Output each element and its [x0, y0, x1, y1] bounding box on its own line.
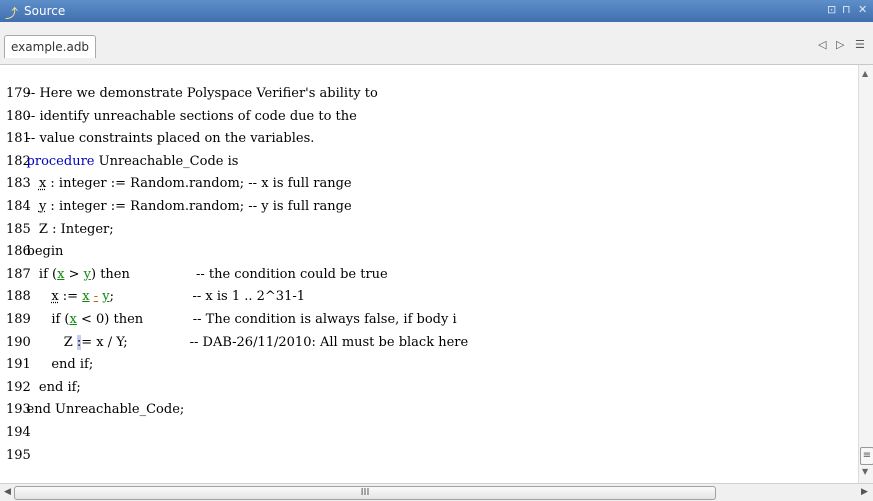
- code-line: 187 if (x > y) then -- the condition cou…: [0, 263, 858, 285]
- code-line: 183 x : integer := Random.random; -- x i…: [0, 172, 858, 194]
- code-line: 194: [0, 421, 858, 443]
- title-bar: ⤴ Source ⊡ ⊓ ✕: [0, 0, 873, 22]
- next-tab-icon[interactable]: ▷: [836, 38, 844, 51]
- variable-token[interactable]: x: [70, 312, 77, 327]
- code-text: x := x - y; -- x is 1 .. 2^31-1: [10, 289, 305, 304]
- code-text: if (x < 0) then -- The condition is alwa…: [10, 312, 457, 327]
- close-button[interactable]: ✕: [858, 3, 867, 16]
- line-number: 195: [6, 447, 31, 463]
- horizontal-scroll-thumb[interactable]: III: [14, 486, 716, 500]
- code-segment: Z : Integer;: [10, 221, 114, 237]
- minimize-button[interactable]: ⊓: [842, 3, 851, 16]
- code-text: x : integer := Random.random; -- x is fu…: [10, 176, 352, 191]
- undock-button[interactable]: ⊡: [827, 3, 836, 16]
- code-line: 195: [0, 444, 858, 466]
- variable-token[interactable]: y: [102, 289, 109, 304]
- code-text: begin: [10, 244, 64, 260]
- prev-tab-icon[interactable]: ◁: [818, 38, 826, 51]
- code-segment: end Unreachable_Code;: [10, 402, 185, 418]
- variable-token[interactable]: y: [84, 267, 91, 282]
- code-segment: ) then -- the condition could be true: [90, 266, 388, 282]
- code-text: -- Here we demonstrate Polyspace Verifie…: [10, 86, 378, 101]
- scroll-up-icon[interactable]: ▲: [862, 69, 868, 78]
- tab-list-icon[interactable]: ☰: [855, 38, 865, 51]
- code-text: Z := x / Y; -- DAB-26/11/2010: All must …: [10, 334, 469, 350]
- scroll-right-icon[interactable]: ▶: [861, 487, 868, 497]
- variable-token[interactable]: x: [51, 289, 58, 304]
- code-line: 182 procedure Unreachable_Code is: [0, 150, 858, 172]
- code-line: 193 end Unreachable_Code;: [0, 398, 858, 420]
- code-segment: end if;: [10, 379, 81, 395]
- code-text: -- value constraints placed on the varia…: [10, 131, 315, 147]
- variable-token[interactable]: x: [82, 289, 89, 304]
- code-line: 189 if (x < 0) then -- The condition is …: [0, 308, 858, 330]
- code-segment: Unreachable_Code is: [94, 153, 239, 169]
- code-segment: -- value constraints placed on the varia…: [10, 131, 315, 147]
- code-segment: end if;: [10, 357, 94, 373]
- tab-example-adb[interactable]: example.adb: [4, 35, 97, 58]
- code-line: 191 end if;: [0, 353, 858, 375]
- code-line: 185 Z : Integer;: [0, 218, 858, 240]
- code-segment: : integer := Random.random; -- x is full…: [46, 176, 352, 192]
- window-title: Source: [24, 4, 66, 18]
- code-text: Z : Integer;: [10, 222, 114, 237]
- code-text: procedure Unreachable_Code is: [10, 153, 239, 169]
- vertical-scrollbar[interactable]: ▲ ≡ ▼: [858, 65, 873, 483]
- keyword-token: procedure: [26, 153, 95, 169]
- code-segment: :=: [58, 289, 83, 305]
- tab-bar: example.adb ◁ ▷ ☰: [0, 22, 873, 65]
- vertical-scroll-thumb[interactable]: ≡: [860, 447, 873, 465]
- code-segment: < 0) then -- The condition is always fal…: [76, 312, 457, 327]
- code-text: y : integer := Random.random; -- y is fu…: [10, 199, 352, 214]
- line-number: 194: [6, 425, 31, 440]
- code-line: 192 end if;: [0, 376, 858, 398]
- code-text: -- identify unreachable sections of code…: [10, 109, 357, 124]
- code-segment: = x / Y; -- DAB-26/11/2010: All must be …: [81, 334, 469, 350]
- code-line: 188 x := x - y; -- x is 1 .. 2^31-1: [0, 285, 858, 307]
- code-segment: : integer := Random.random; -- y is full…: [46, 199, 352, 214]
- code-line: 181 -- value constraints placed on the v…: [0, 127, 858, 149]
- scroll-down-icon[interactable]: ▼: [862, 467, 868, 476]
- code-line: 180 -- identify unreachable sections of …: [0, 105, 858, 127]
- code-text: end Unreachable_Code;: [10, 402, 185, 418]
- code-line: 184 y : integer := Random.random; -- y i…: [0, 195, 858, 217]
- code-segment: ; -- x is 1 .. 2^31-1: [109, 289, 306, 305]
- code-segment: Z: [10, 334, 77, 350]
- code-text: end if;: [10, 380, 81, 395]
- source-icon: ⤴: [5, 7, 19, 22]
- code-segment: if (: [10, 266, 58, 282]
- code-text: end if;: [10, 357, 93, 372]
- code-line: 190 Z := x / Y; -- DAB-26/11/2010: All m…: [0, 331, 858, 353]
- code-segment: if (: [10, 312, 70, 327]
- code-editor[interactable]: 179 -- Here we demonstrate Polyspace Ver…: [0, 65, 858, 483]
- code-segment: >: [64, 266, 84, 282]
- code-segment: begin: [10, 244, 64, 260]
- horizontal-scrollbar[interactable]: ◀ III ▶: [0, 483, 873, 501]
- code-segment: -- Here we demonstrate Polyspace Verifie…: [10, 86, 378, 101]
- scroll-left-icon[interactable]: ◀: [4, 487, 11, 497]
- code-line: 186 begin: [0, 240, 858, 262]
- code-segment: -- identify unreachable sections of code…: [10, 108, 357, 124]
- code-line: 179 -- Here we demonstrate Polyspace Ver…: [0, 82, 858, 104]
- code-text: if (x > y) then -- the condition could b…: [10, 267, 388, 282]
